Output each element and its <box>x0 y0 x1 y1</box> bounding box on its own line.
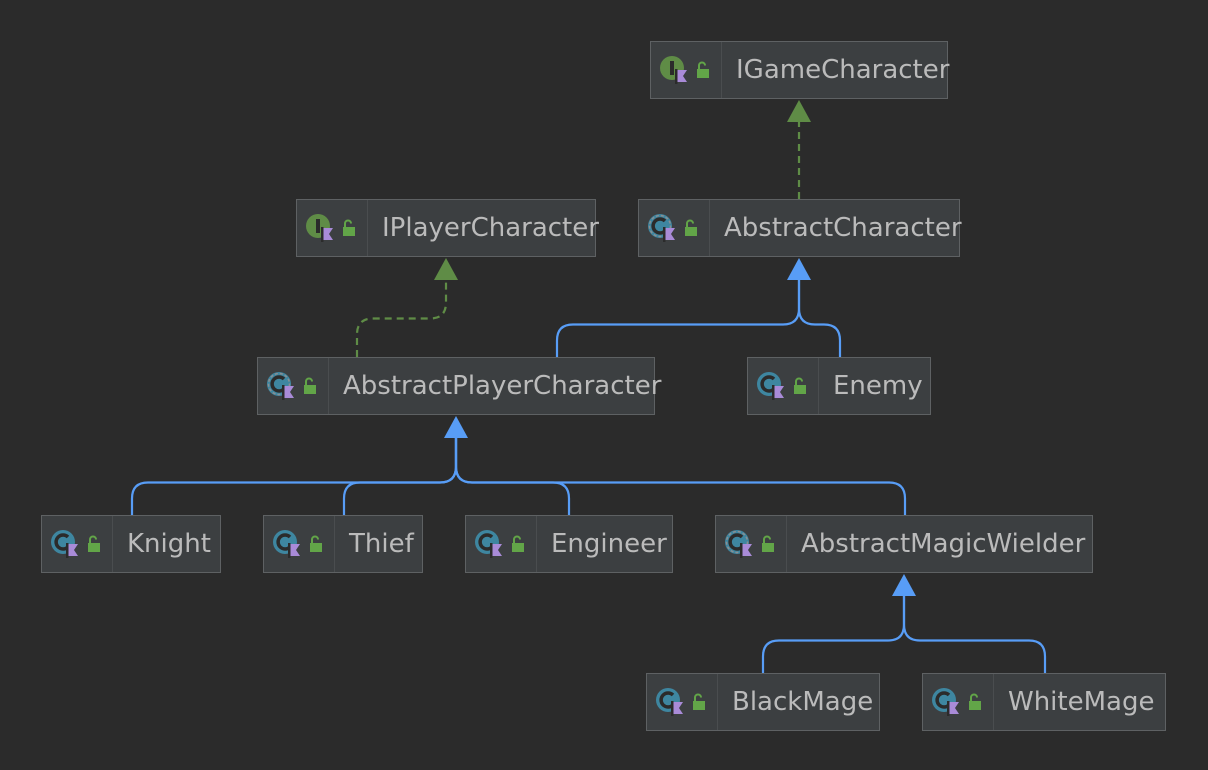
node-icons <box>264 516 335 572</box>
extends-edge-WhiteMage-AbstractMagicWielder <box>902 596 1047 673</box>
class-node-Engineer[interactable]: Engineer <box>465 515 673 573</box>
abstract-class-icon <box>648 214 675 242</box>
extends-edge-Enemy-AbstractCharacter <box>797 280 842 357</box>
extends-arrowhead-AbstractCharacter <box>787 258 811 280</box>
public-lock-icon <box>794 377 806 394</box>
public-lock-icon <box>969 693 981 710</box>
class-icon <box>51 530 78 558</box>
class-icon <box>656 688 683 716</box>
node-label: Engineer <box>551 529 667 559</box>
implements-arrowhead-IPlayerCharacter <box>434 258 458 280</box>
extends-edge-AbstractPlayerCharacter-AbstractCharacter <box>555 280 801 357</box>
public-lock-icon <box>310 535 322 552</box>
public-lock-icon <box>685 219 697 236</box>
node-icons <box>258 358 329 414</box>
node-label: Enemy <box>833 371 923 401</box>
extends-edge-BlackMage-AbstractMagicWielder <box>761 596 906 673</box>
public-lock-icon <box>304 377 316 394</box>
node-icons <box>647 674 718 730</box>
extends-edge-Engineer-AbstractPlayerCharacter <box>454 438 571 515</box>
node-label: AbstractCharacter <box>724 213 962 243</box>
public-lock-icon <box>512 535 524 552</box>
class-node-WhiteMage[interactable]: WhiteMage <box>922 673 1166 731</box>
node-icons <box>466 516 537 572</box>
class-icon <box>273 530 300 558</box>
extends-arrowhead-AbstractMagicWielder <box>892 574 916 596</box>
extends-edge-AbstractMagicWielder-AbstractPlayerCharacter <box>454 438 907 515</box>
class-icon <box>932 688 959 716</box>
node-label: Thief <box>349 529 414 559</box>
class-icon <box>475 530 502 558</box>
class-node-IPlayerCharacter[interactable]: IPlayerCharacter <box>296 199 599 257</box>
abstract-class-icon <box>267 372 294 400</box>
class-node-AbstractMagicWielder[interactable]: AbstractMagicWielder <box>715 515 1093 573</box>
class-node-AbstractCharacter[interactable]: AbstractCharacter <box>638 199 962 257</box>
public-lock-icon <box>88 535 100 552</box>
extends-edge-Knight-AbstractPlayerCharacter <box>130 438 458 515</box>
node-icons <box>748 358 819 414</box>
node-icons <box>716 516 787 572</box>
implements-edge-AbstractPlayerCharacter-IPlayerCharacter <box>355 280 448 357</box>
node-label: Knight <box>127 529 211 559</box>
node-icons <box>923 674 994 730</box>
class-node-Knight[interactable]: Knight <box>41 515 221 573</box>
node-icons <box>42 516 113 572</box>
interface-icon <box>306 214 333 242</box>
class-node-Enemy[interactable]: Enemy <box>747 357 931 415</box>
node-label: AbstractMagicWielder <box>801 529 1086 559</box>
public-lock-icon <box>343 219 355 236</box>
interface-icon <box>660 56 687 84</box>
diagram-canvas: IGameCharacter IPlayerCharacter AbstractCh… <box>0 0 1208 770</box>
class-node-IGameCharacter[interactable]: IGameCharacter <box>650 41 949 99</box>
class-node-BlackMage[interactable]: BlackMage <box>646 673 880 731</box>
extends-arrowhead-AbstractPlayerCharacter <box>444 416 468 438</box>
extends-edge-Thief-AbstractPlayerCharacter <box>342 438 458 515</box>
node-icons <box>639 200 710 256</box>
class-node-AbstractPlayerCharacter[interactable]: AbstractPlayerCharacter <box>257 357 661 415</box>
class-icon <box>757 372 784 400</box>
public-lock-icon <box>697 61 709 78</box>
node-icons <box>651 42 722 98</box>
node-label: IGameCharacter <box>736 55 950 85</box>
node-label: AbstractPlayerCharacter <box>343 371 662 401</box>
node-icons <box>297 200 368 256</box>
public-lock-icon <box>762 535 774 552</box>
node-label: WhiteMage <box>1008 687 1155 717</box>
class-node-Thief[interactable]: Thief <box>263 515 423 573</box>
public-lock-icon <box>693 693 705 710</box>
node-label: IPlayerCharacter <box>382 213 599 243</box>
abstract-class-icon <box>725 530 752 558</box>
node-label: BlackMage <box>732 687 874 717</box>
implements-arrowhead-IGameCharacter <box>787 100 811 122</box>
